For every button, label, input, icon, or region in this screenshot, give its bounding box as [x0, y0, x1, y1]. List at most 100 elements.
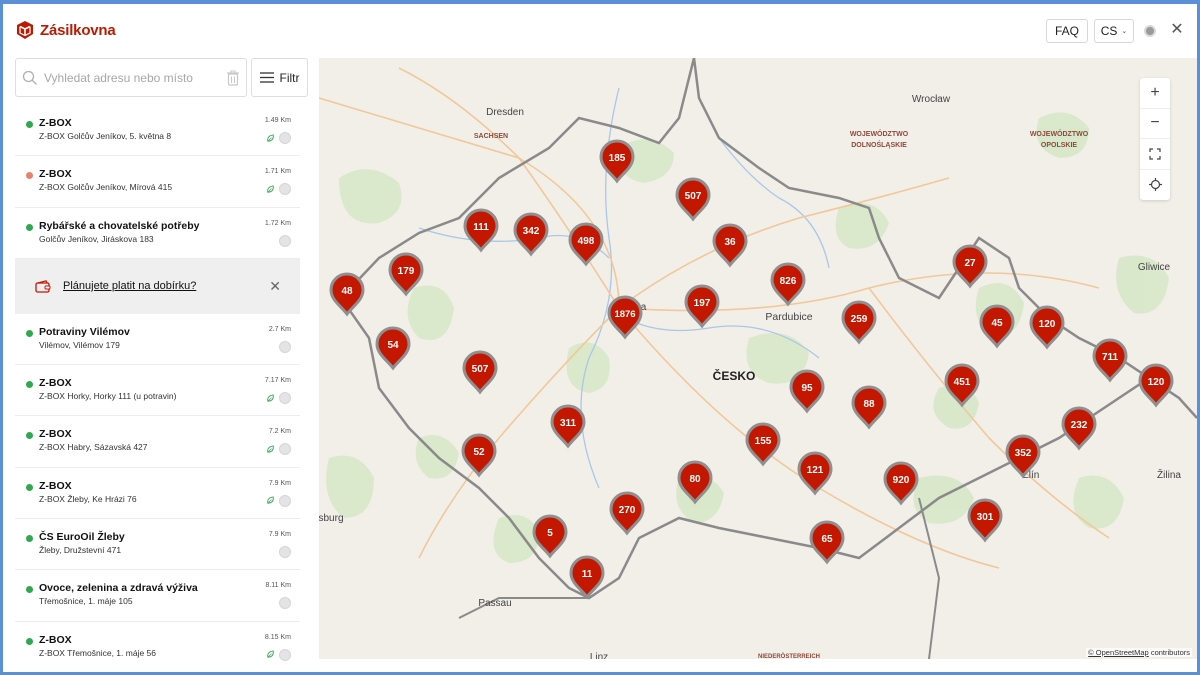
- shield-logo-icon: [17, 21, 33, 39]
- cluster-count: 301: [977, 512, 994, 523]
- map-label: NIEDERÖSTERREICH: [758, 653, 820, 659]
- cluster-count: 342: [523, 226, 540, 237]
- point-address: Z-BOX Horky, Horky 111 (u potravin): [39, 391, 177, 402]
- list-item[interactable]: Ovoce, zelenina a zdravá výživa Třemošnic…: [15, 570, 300, 622]
- status-dot: [26, 586, 33, 594]
- cluster-count: 88: [863, 399, 875, 410]
- cluster-count: 121: [807, 465, 824, 476]
- map-label: SACHSEN: [474, 133, 508, 140]
- cluster-count: 711: [1102, 352, 1119, 363]
- info-icon[interactable]: [279, 392, 291, 405]
- info-icon[interactable]: [279, 648, 291, 661]
- osm-link[interactable]: © OpenStreetMap: [1088, 648, 1149, 657]
- map-label: Dresden: [486, 107, 524, 118]
- list-item[interactable]: Z-BOX Z-BOX Habry, Sázavská 427 7.2 Km: [15, 416, 300, 468]
- search-input[interactable]: [44, 70, 204, 85]
- eco-leaf-icon: [266, 185, 275, 194]
- eco-leaf-icon: [266, 133, 275, 143]
- point-address: Z-BOX Golčův Jeníkov, Mírová 415: [39, 182, 173, 193]
- locate-button[interactable]: [1140, 170, 1170, 201]
- point-distance: 7.2 Km: [268, 428, 291, 436]
- point-address: Z-BOX Třemošnice, 1. máje 56: [39, 647, 156, 658]
- point-address: Z-BOX Golčův Jeníkov, 5. května 8: [39, 131, 172, 141]
- info-icon[interactable]: [279, 494, 291, 507]
- list-item[interactable]: Z-BOX Z-BOX Třemošnice, 1. máje 56 8.15 Km: [15, 622, 300, 672]
- point-address: Z-BOX Habry, Sázavská 427: [39, 442, 148, 453]
- point-name: Z-BOX: [39, 168, 72, 181]
- crosshair-icon: [1148, 178, 1162, 192]
- map-canvas[interactable]: Dresden SACHSEN Wrocław WOJEWÓDZTWO DOLNOŚLĄ…: [319, 58, 1197, 659]
- brand-name: Zásilkovna: [40, 21, 116, 39]
- info-icon[interactable]: [279, 546, 291, 559]
- cod-promo-banner: Plánujete platit na dobírku? ✕: [15, 258, 300, 314]
- info-icon[interactable]: [279, 132, 291, 144]
- cluster-count: 65: [821, 534, 833, 545]
- zoom-out-button[interactable]: −: [1140, 109, 1170, 139]
- point-distance: 7.17 Km: [264, 377, 291, 385]
- list-item[interactable]: Potraviny Vilémov Vilémov, Vilémov 179 2.7…: [15, 314, 300, 366]
- cluster-count: 45: [991, 318, 1003, 329]
- map-attribution: © OpenStreetMap contributors: [1086, 648, 1192, 657]
- point-distance: 7.9 Km: [268, 531, 291, 539]
- cluster-count: 27: [964, 258, 976, 269]
- map-label: OPOLSKIE: [1041, 142, 1078, 149]
- map-label: Passau: [478, 598, 511, 609]
- close-icon[interactable]: ✕: [1168, 21, 1186, 39]
- map-view[interactable]: Dresden SACHSEN Wrocław WOJEWÓDZTWO DOLNOŚLĄ…: [319, 58, 1197, 659]
- info-icon[interactable]: [279, 443, 291, 456]
- trash-icon[interactable]: [226, 70, 240, 86]
- point-name: Ovoce, zelenina a zdravá výživa: [39, 582, 198, 595]
- cluster-count: 259: [851, 314, 868, 325]
- cluster-count: 185: [609, 153, 626, 164]
- map-label: Wrocław: [912, 94, 951, 105]
- point-name: Z-BOX: [39, 633, 72, 646]
- list-item[interactable]: Z-BOX Z-BOX Žleby, Ke Hrázi 76 7.9 Km: [15, 468, 300, 520]
- menu-lines-icon: [259, 72, 274, 83]
- language-label: CS: [1100, 24, 1118, 38]
- status-dot: [26, 121, 33, 128]
- cluster-count: 48: [341, 286, 353, 297]
- filter-button[interactable]: Filtr: [251, 58, 308, 97]
- info-icon[interactable]: [279, 597, 291, 610]
- point-name: Z-BOX: [39, 377, 72, 390]
- status-dot: [26, 172, 33, 180]
- info-icon[interactable]: [279, 183, 291, 196]
- pickup-point-list: Z-BOX Z-BOX Golčův Jeníkov, 5. května 8 1.…: [15, 105, 300, 672]
- map-label: WOJEWÓDZTWO: [1030, 129, 1089, 138]
- cod-promo-link[interactable]: Plánujete platit na dobírku?: [63, 280, 196, 292]
- cluster-count: 5: [547, 528, 553, 539]
- point-name: Z-BOX: [39, 428, 72, 441]
- cluster-count: 155: [755, 436, 772, 447]
- info-icon[interactable]: [279, 234, 291, 247]
- cluster-count: 498: [578, 236, 595, 247]
- list-item[interactable]: Z-BOX Z-BOX Golčův Jeníkov, Mírová 415 1.7…: [15, 156, 300, 208]
- eco-leaf-icon: [266, 496, 275, 505]
- cluster-count: 95: [801, 383, 813, 394]
- list-item[interactable]: Rybářské a chovatelské potřeby Golčův Jen…: [15, 208, 300, 259]
- fullscreen-button[interactable]: [1140, 139, 1170, 170]
- list-item[interactable]: Z-BOX Z-BOX Golčův Jeníkov, 5. května 8 1.…: [15, 105, 300, 157]
- eco-leaf-icon: [266, 445, 275, 454]
- point-distance: 8.15 Km: [264, 633, 291, 641]
- list-item[interactable]: Z-BOX Z-BOX Horky, Horky 111 (u potravin)…: [15, 365, 300, 417]
- faq-button[interactable]: FAQ: [1046, 19, 1088, 43]
- map-label: Pardubice: [765, 311, 812, 323]
- cluster-count: 1876: [614, 309, 635, 320]
- cluster-count: 111: [473, 222, 489, 233]
- info-icon[interactable]: [279, 340, 291, 353]
- point-name: Z-BOX: [39, 479, 72, 492]
- point-distance: 8.11 Km: [265, 582, 291, 590]
- status-toggle[interactable]: [1144, 25, 1156, 37]
- map-label: Gliwice: [1138, 262, 1171, 273]
- status-dot: [26, 483, 33, 491]
- close-icon[interactable]: ✕: [269, 278, 281, 295]
- zoom-in-button[interactable]: +: [1140, 78, 1170, 109]
- point-address: Vilémov, Vilémov 179: [39, 339, 120, 350]
- status-dot: [26, 637, 33, 645]
- point-distance: 1.49 Km: [264, 117, 291, 124]
- language-select[interactable]: CS ⌄: [1094, 19, 1134, 43]
- brand-logo[interactable]: Zásilkovna: [15, 20, 116, 40]
- map-label: Žilina: [1157, 468, 1181, 481]
- list-item[interactable]: ČS EuroOil Žleby Žleby, Družstevní 471 7.9…: [15, 519, 300, 571]
- cluster-count: 11: [582, 569, 593, 580]
